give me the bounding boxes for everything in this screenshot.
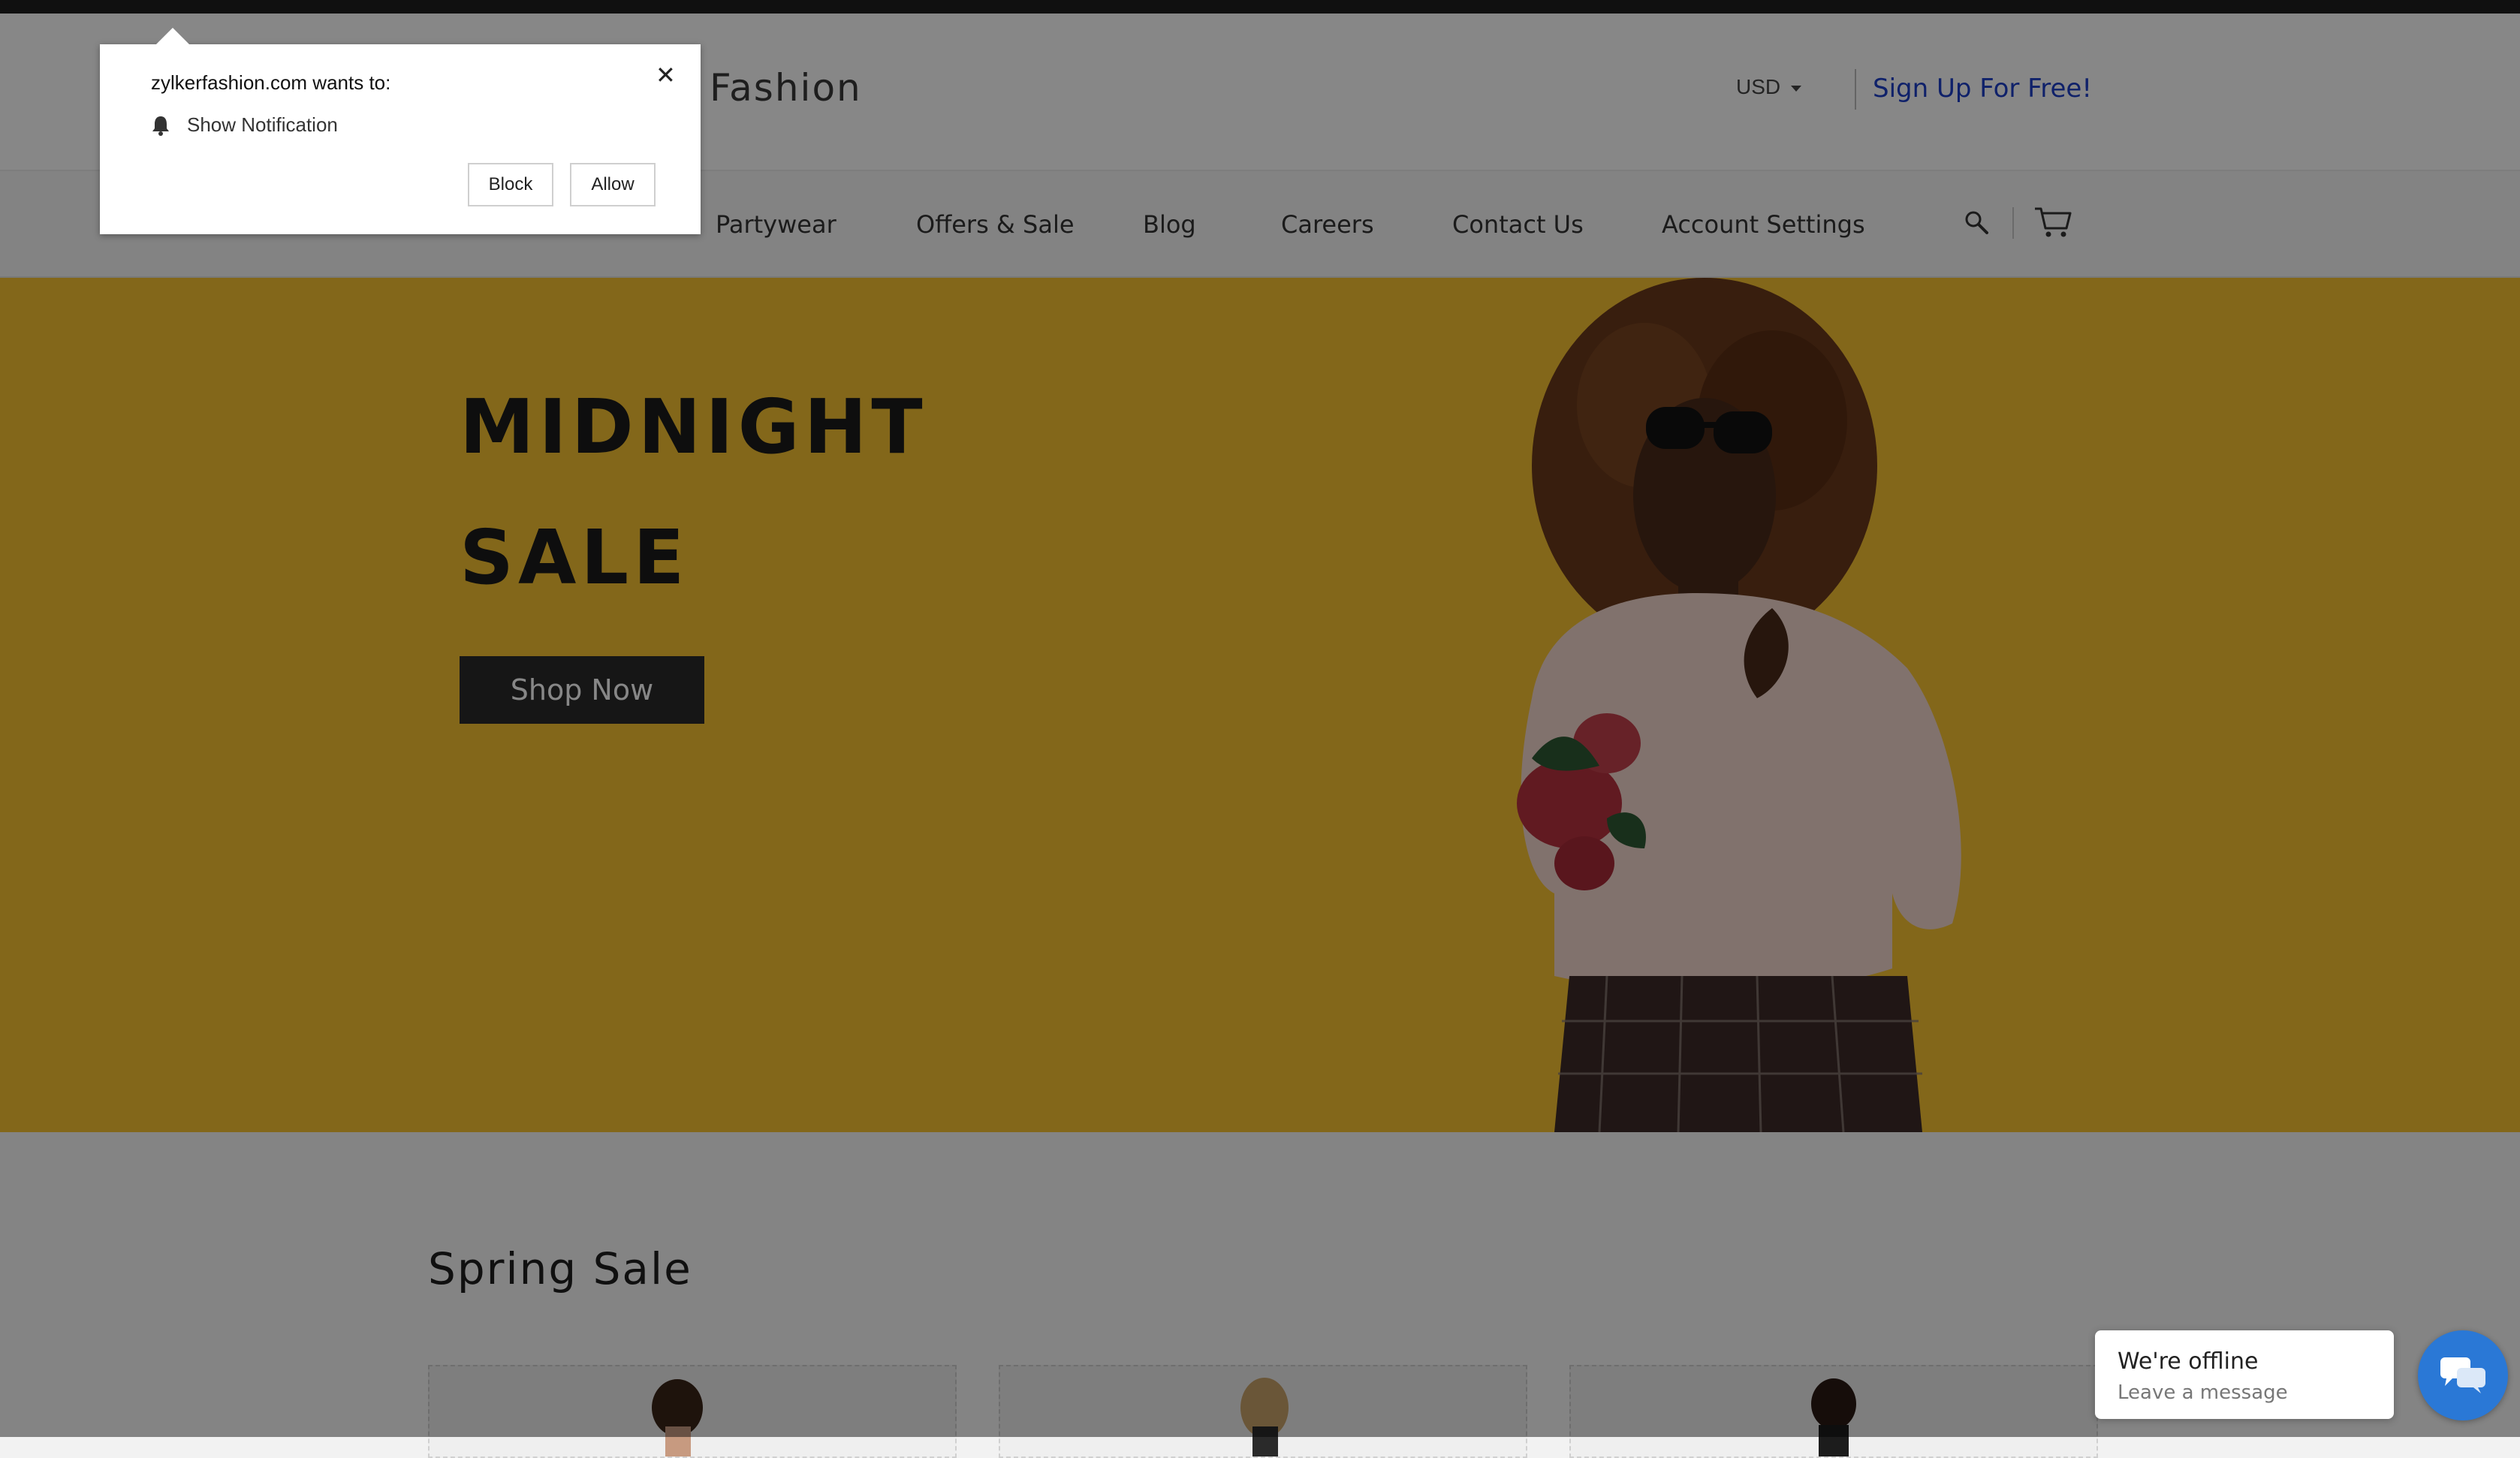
- allow-button[interactable]: Allow: [570, 163, 656, 206]
- chat-status-bubble[interactable]: We're offline Leave a message: [2095, 1330, 2394, 1419]
- chat-icon: [2440, 1357, 2485, 1393]
- notification-permission-popup: zylkerfashion.com wants to: ✕ Show Notif…: [100, 28, 701, 234]
- close-icon[interactable]: ✕: [656, 61, 676, 89]
- chat-launcher-button[interactable]: [2418, 1330, 2508, 1420]
- permission-row: Show Notification: [149, 113, 338, 137]
- chat-subtitle: Leave a message: [2118, 1381, 2288, 1404]
- block-button[interactable]: Block: [468, 163, 553, 206]
- bell-icon: [152, 116, 169, 136]
- popup-arrow: [156, 28, 189, 44]
- popup-title: zylkerfashion.com wants to:: [151, 71, 391, 94]
- permission-label: Show Notification: [187, 113, 338, 136]
- chat-status-text: We're offline: [2118, 1348, 2259, 1375]
